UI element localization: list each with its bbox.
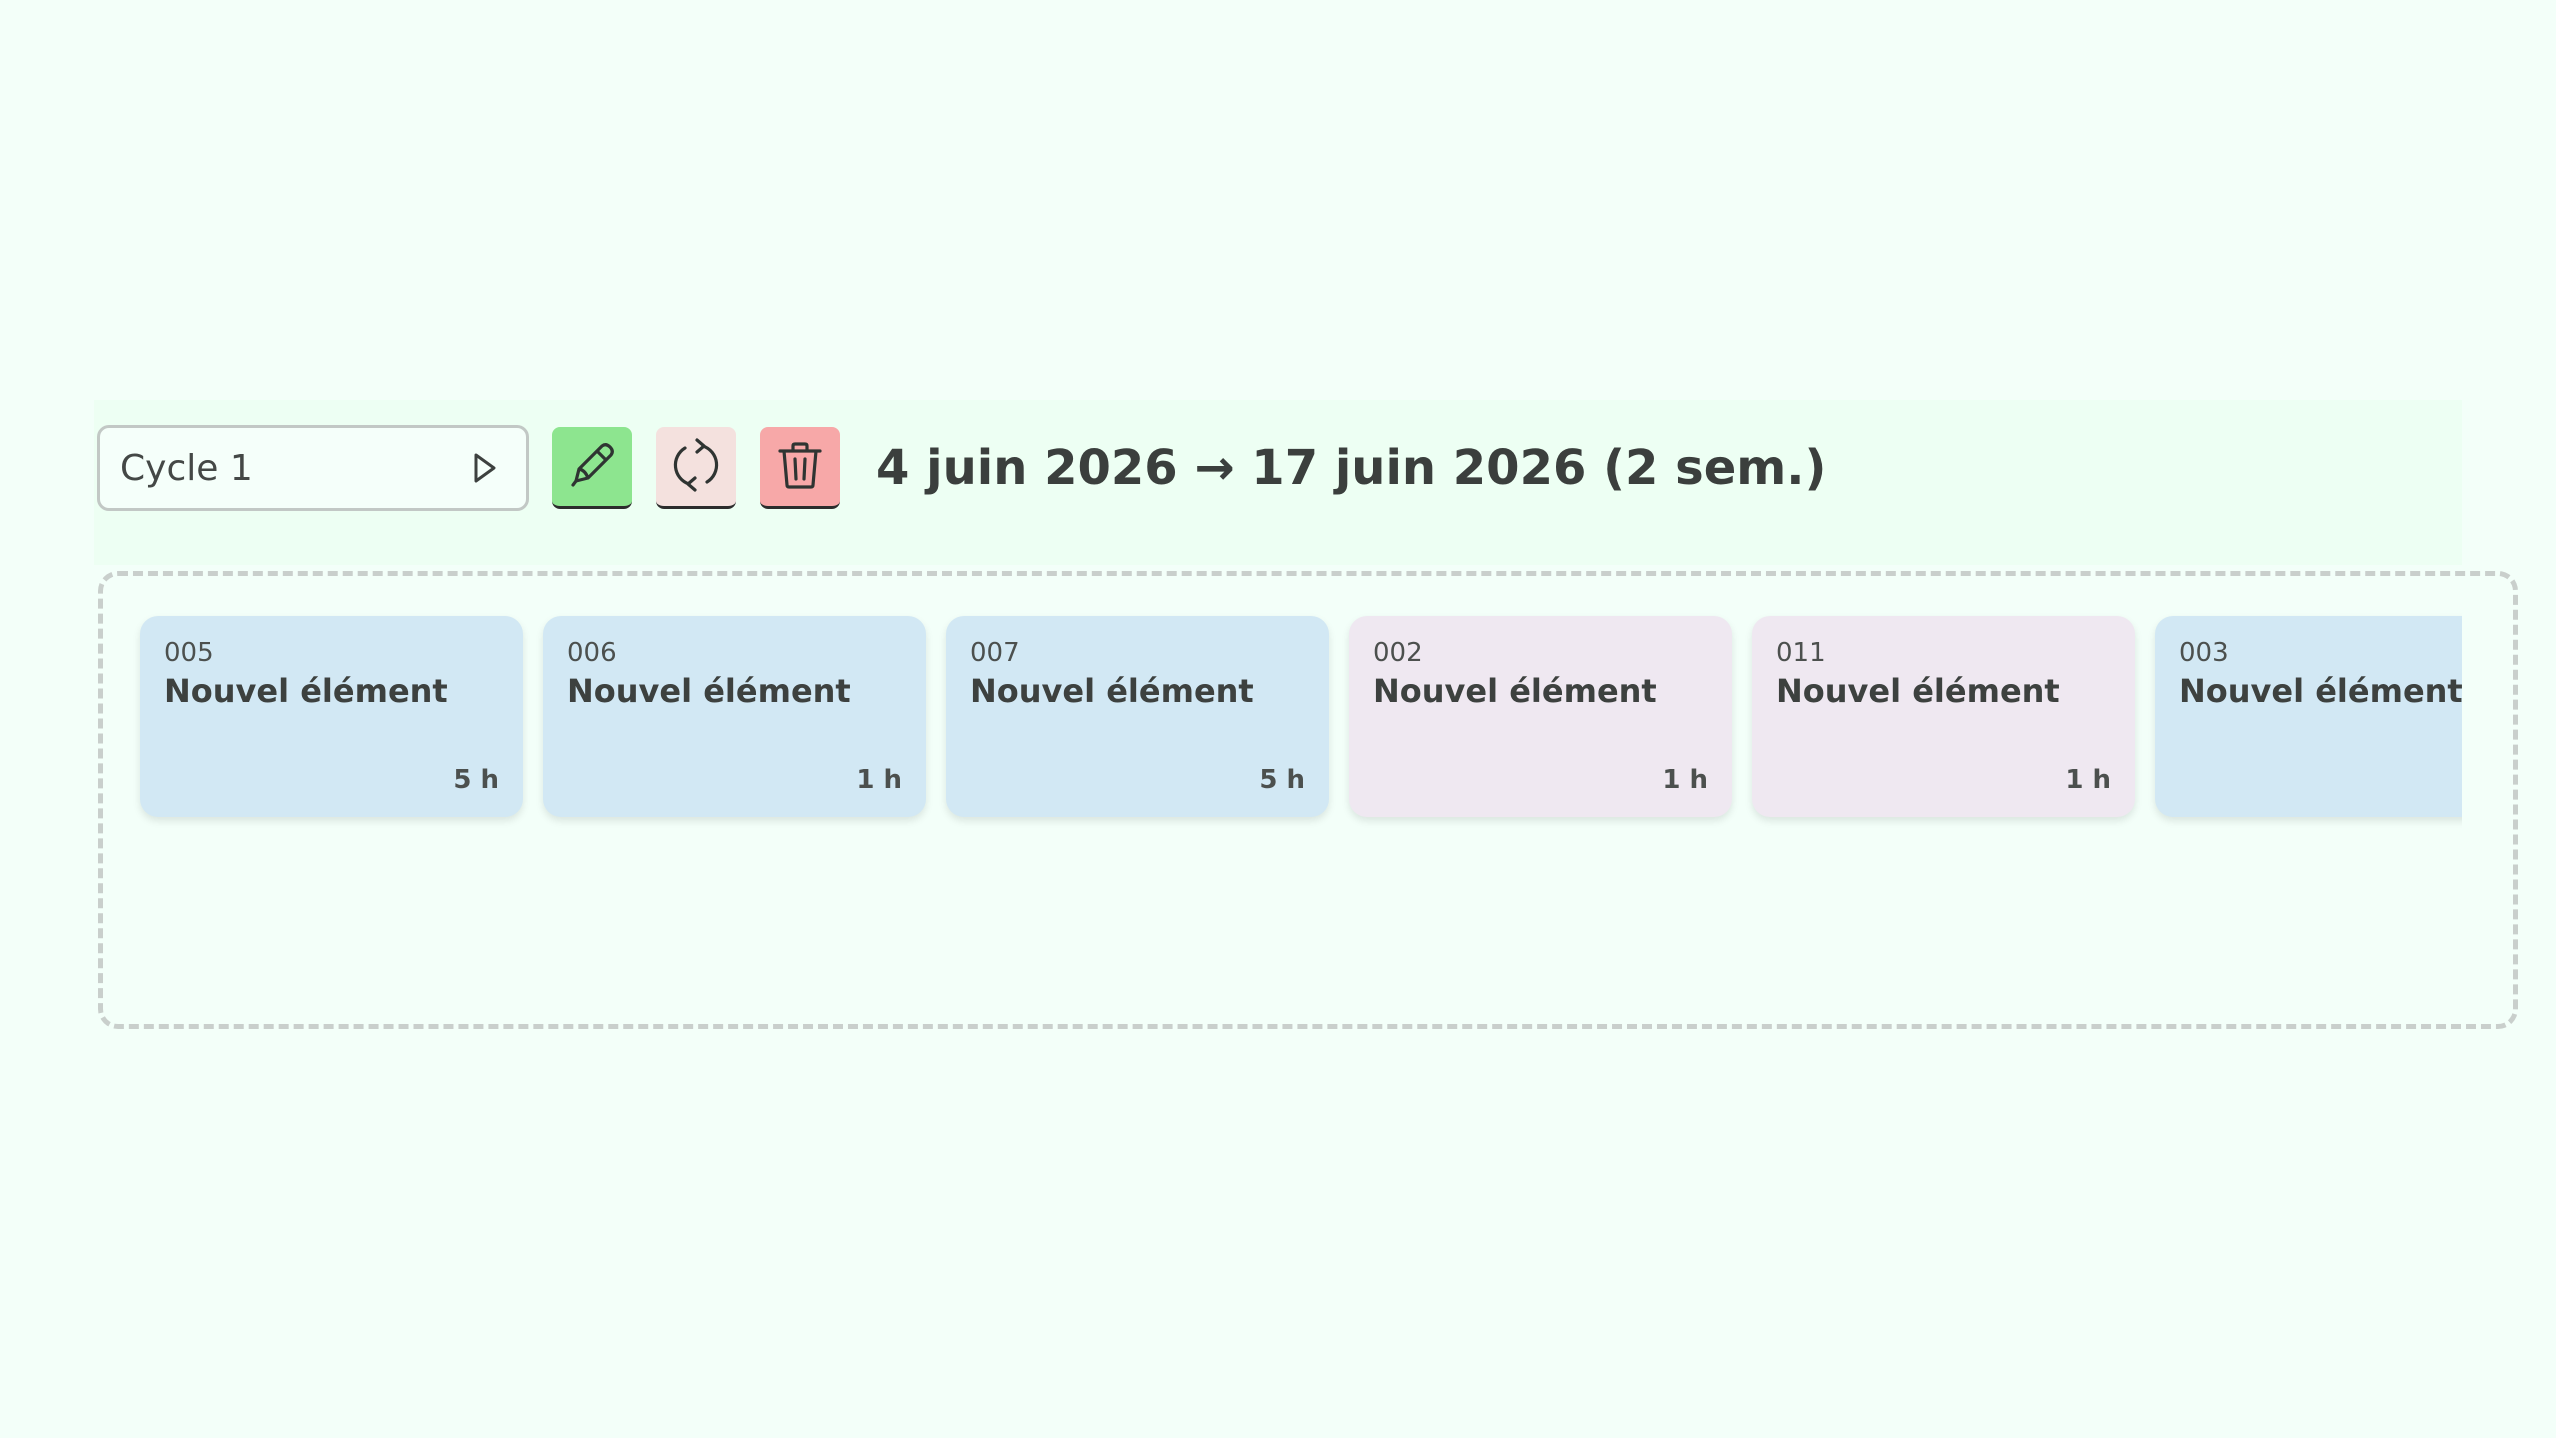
delete-button[interactable] bbox=[760, 427, 840, 509]
card-hours: 1 h bbox=[1662, 765, 1708, 795]
item-card[interactable]: 003 Nouvel élément bbox=[2155, 616, 2462, 817]
card-hours: 1 h bbox=[2065, 765, 2111, 795]
date-range-title: 4 juin 2026 → 17 juin 2026 (2 sem.) bbox=[876, 440, 1827, 496]
card-id: 006 bbox=[567, 638, 617, 668]
card-hours: 1 h bbox=[856, 765, 902, 795]
sync-button[interactable] bbox=[656, 427, 736, 509]
item-card[interactable]: 011 Nouvel élément 1 h bbox=[1752, 616, 2135, 817]
card-title: Nouvel élément bbox=[970, 672, 1254, 710]
trash-icon bbox=[772, 437, 828, 497]
card-title: Nouvel élément bbox=[567, 672, 851, 710]
item-card[interactable]: 005 Nouvel élément 5 h bbox=[140, 616, 523, 817]
item-card[interactable]: 007 Nouvel élément 5 h bbox=[946, 616, 1329, 817]
card-id: 005 bbox=[164, 638, 214, 668]
cycle-toolbar: Cycle 1 4 juin 2026 → 17 juin 2026 (2 se… bbox=[97, 423, 1826, 513]
refresh-icon bbox=[667, 436, 725, 498]
item-card[interactable]: 002 Nouvel élément 1 h bbox=[1349, 616, 1732, 817]
card-title: Nouvel élément bbox=[2179, 672, 2462, 710]
cycle-select-value: Cycle 1 bbox=[120, 447, 253, 489]
cycle-select[interactable]: Cycle 1 bbox=[97, 425, 529, 511]
card-id: 011 bbox=[1776, 638, 1826, 668]
card-id: 002 bbox=[1373, 638, 1423, 668]
card-id: 007 bbox=[970, 638, 1020, 668]
card-title: Nouvel élément bbox=[1373, 672, 1657, 710]
card-hours: 5 h bbox=[1259, 765, 1305, 795]
card-title: Nouvel élément bbox=[1776, 672, 2060, 710]
card-list: 005 Nouvel élément 5 h 006 Nouvel élémen… bbox=[140, 616, 2462, 817]
play-triangle-icon bbox=[472, 452, 498, 484]
card-hours: 5 h bbox=[453, 765, 499, 795]
item-card[interactable]: 006 Nouvel élément 1 h bbox=[543, 616, 926, 817]
pencil-icon bbox=[564, 437, 620, 497]
cards-viewport: 005 Nouvel élément 5 h 006 Nouvel élémen… bbox=[100, 600, 2462, 840]
card-title: Nouvel élément bbox=[164, 672, 448, 710]
card-id: 003 bbox=[2179, 638, 2229, 668]
edit-button[interactable] bbox=[552, 427, 632, 509]
